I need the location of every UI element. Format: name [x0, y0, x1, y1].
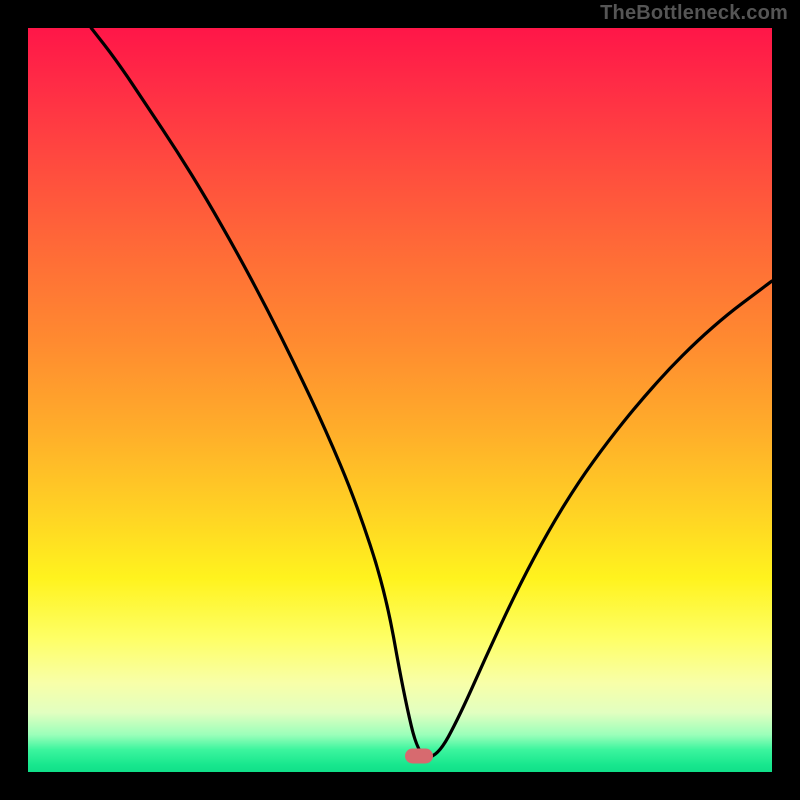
plot-area — [28, 28, 772, 772]
chart-frame: TheBottleneck.com — [0, 0, 800, 800]
bottleneck-curve — [91, 28, 772, 757]
curve-svg — [28, 28, 772, 772]
watermark-text: TheBottleneck.com — [600, 2, 788, 25]
optimum-marker — [405, 748, 433, 763]
